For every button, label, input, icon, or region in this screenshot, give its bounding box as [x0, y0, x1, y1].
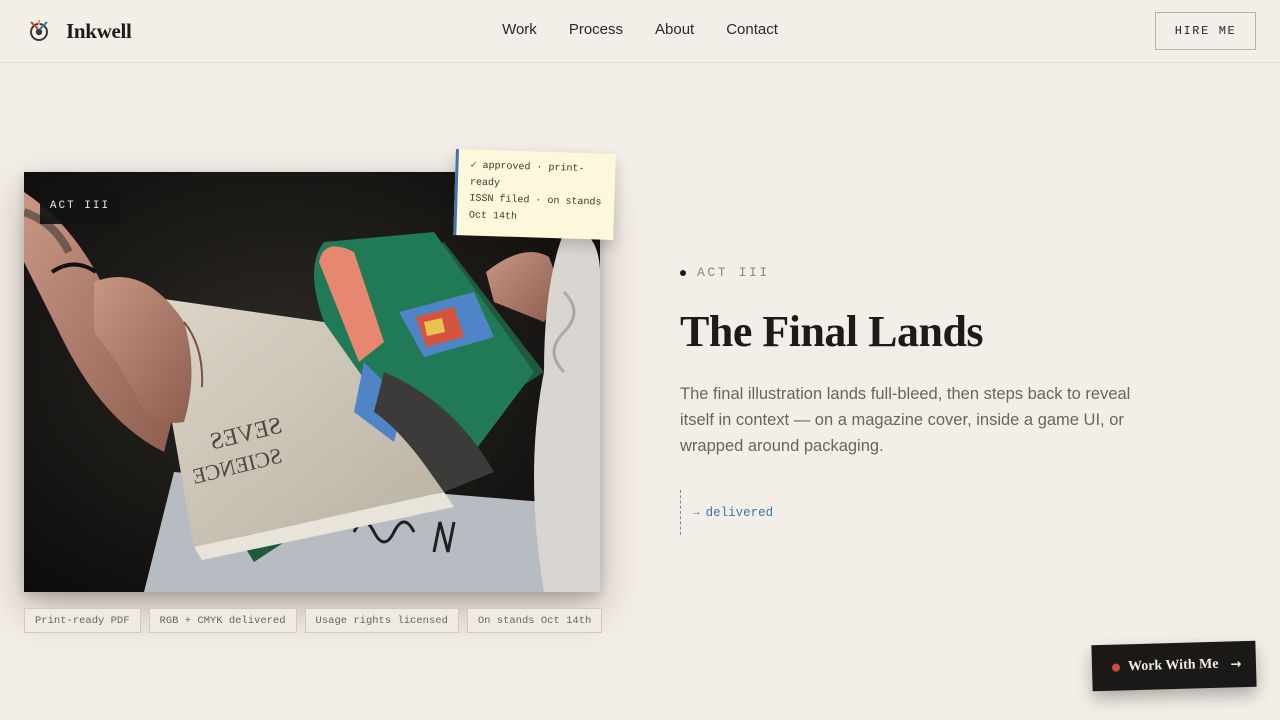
- eyebrow-dot-icon: [680, 269, 686, 276]
- eyebrow-label: ACT III: [697, 265, 770, 280]
- arrow-right-icon: →: [693, 506, 700, 519]
- nav-link-process[interactable]: Process: [569, 21, 623, 38]
- nav-link-about[interactable]: About: [655, 21, 694, 38]
- photo-act-chip: ACT III: [40, 188, 120, 224]
- section-description: The final illustration lands full-bleed,…: [680, 385, 1131, 455]
- arrow-right-icon: →: [1230, 656, 1242, 672]
- main-nav: Work Process About Contact: [0, 21, 1280, 38]
- tag-on-stands: On stands Oct 14th: [466, 608, 603, 633]
- nav-link-contact[interactable]: Contact: [726, 21, 778, 38]
- section-title: The Final Lands: [680, 307, 984, 356]
- section-eyebrow: ACT III: [680, 265, 770, 280]
- sticky-line-approved: ✓ approved · print-ready: [469, 160, 585, 189]
- tag-color-formats: RGB + CMYK delivered: [148, 608, 297, 633]
- status-marker: → delivered: [680, 490, 773, 535]
- status-dot-icon: [1111, 663, 1121, 672]
- work-with-me-button[interactable]: Work With Me →: [1091, 640, 1257, 692]
- hire-me-button[interactable]: HIRE ME: [1155, 12, 1256, 50]
- deliverable-tags: Print-ready PDF RGB + CMYK delivered Usa…: [24, 608, 603, 633]
- nav-link-work[interactable]: Work: [502, 21, 537, 38]
- status-label: delivered: [705, 505, 774, 520]
- tag-usage-rights: Usage rights licensed: [304, 608, 459, 633]
- top-navigation-bar: Inkwell Work Process About Contact HIRE …: [0, 0, 1280, 63]
- tag-print-ready: Print-ready PDF: [24, 608, 141, 633]
- cta-label: Work With Me: [1127, 656, 1219, 675]
- sticky-line-issn: ISSN filed · on stands Oct 14th: [468, 193, 602, 223]
- approval-sticky-note: ✓ approved · print-ready ISSN filed · on…: [453, 149, 616, 240]
